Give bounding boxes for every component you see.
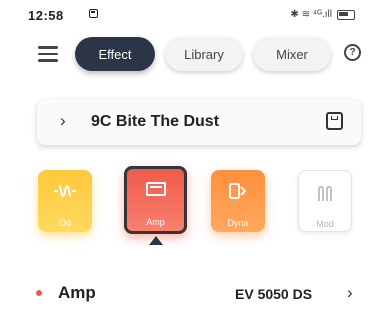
effect-slot-label: Od <box>58 218 71 228</box>
status-dot <box>36 290 42 296</box>
notification-icon <box>89 9 98 18</box>
effect-slot-label: Dyna <box>227 218 249 228</box>
status-bar: 12:58 ✱ ≋ ⁴ᴳ.ıll <box>0 0 373 30</box>
effect-slot-label: Mod <box>316 219 334 229</box>
help-icon[interactable]: ? <box>344 44 361 61</box>
selected-module-row[interactable]: Amp EV 5050 DS › <box>0 278 373 308</box>
effect-slot-mod[interactable]: Mod <box>298 170 352 232</box>
save-icon[interactable] <box>326 112 343 130</box>
tab-effect[interactable]: Effect <box>75 37 155 71</box>
tab-library[interactable]: Library <box>165 37 243 71</box>
module-title: Amp <box>58 283 96 302</box>
mod-icon <box>315 183 335 205</box>
tab-mixer[interactable]: Mixer <box>253 37 331 71</box>
effect-slot-amp[interactable]: Amp <box>124 166 187 234</box>
od-icon <box>52 182 78 204</box>
chevron-right-icon: › <box>347 283 353 302</box>
effect-slot-od[interactable]: Od <box>38 170 92 232</box>
battery-icon <box>337 9 355 20</box>
status-time: 12:58 <box>28 8 64 23</box>
preset-name: 9C Bite The Dust <box>91 113 220 130</box>
status-signal-text: ✱ ≋ ⁴ᴳ.ıll <box>290 9 332 20</box>
dyna-icon <box>228 182 248 204</box>
preset-selector[interactable]: › 9C Bite The Dust <box>37 99 361 145</box>
selected-slot-indicator <box>149 236 163 245</box>
effect-slot-label: Amp <box>146 217 165 227</box>
status-indicators: ✱ ≋ ⁴ᴳ.ıll <box>290 9 355 20</box>
effect-slot-dyna[interactable]: Dyna <box>211 170 265 232</box>
amp-icon <box>145 181 166 203</box>
module-model: EV 5050 DS <box>235 286 313 302</box>
chevron-right-icon: › <box>60 111 66 130</box>
menu-icon[interactable] <box>38 46 58 62</box>
